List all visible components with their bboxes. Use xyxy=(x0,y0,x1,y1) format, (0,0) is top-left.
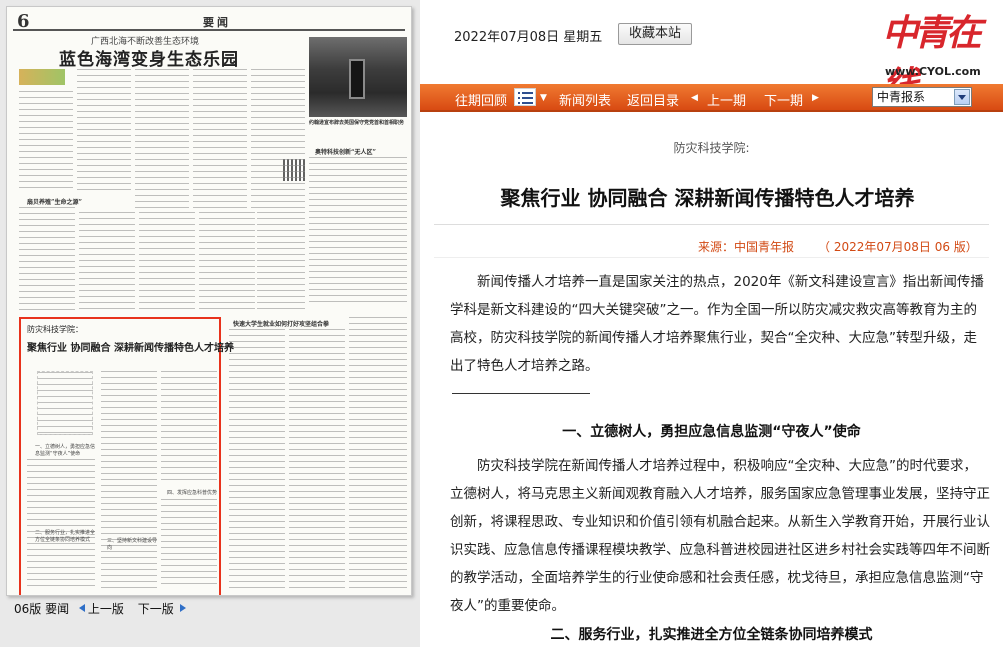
issue-date: 2022年07月08日 星期五 xyxy=(454,30,603,45)
navigation-bar: 往期回顾 ▼ 新闻列表 返回目录 ◀ 上一期 下一期 ▶ 中青报系 xyxy=(420,84,1003,112)
highlight-heading: 三、坚持新文科建设导向 xyxy=(107,538,158,551)
newspaper-panel: 6 要闻 广西北海不断改善生态环境 蓝色海湾变身生态乐园 约翰逊宣布辞去英国保守… xyxy=(0,0,420,647)
nav-prev-issue[interactable]: 上一期 xyxy=(707,90,746,109)
title-divider xyxy=(434,224,989,225)
article-kicker: 防灾科技学院: xyxy=(673,141,750,155)
article-panel: 2022年07月08日 星期五 收藏本站 中青在线 www.CYOL.com 往… xyxy=(420,0,1003,647)
news-photo[interactable] xyxy=(309,37,407,117)
lead-thumbnail xyxy=(19,69,65,85)
prev-page-link[interactable]: 上一版 xyxy=(88,602,124,616)
newspaper-select-value: 中青报系 xyxy=(877,90,926,104)
photo-caption: 约翰逊宣布辞去英国保守党党首和首相职务 xyxy=(309,120,405,126)
article-heading: 一、立德树人，勇担应急信息监测“守夜人”使命 xyxy=(562,424,861,440)
lead-headline[interactable]: 蓝色海湾变身生态乐园 xyxy=(59,45,239,70)
nav-news-list[interactable]: 新闻列表 xyxy=(559,90,611,109)
story-subhead[interactable]: 扇贝养殖”生命之源” xyxy=(27,197,82,206)
text-column xyxy=(19,91,73,191)
page-navigation: 06版 要闻 上一版 下一版 xyxy=(14,600,189,617)
masthead-rule xyxy=(13,29,405,31)
section-rule xyxy=(452,393,590,394)
meta-divider xyxy=(434,257,989,258)
nav-next-issue[interactable]: 下一期 xyxy=(764,90,803,109)
text-column xyxy=(79,212,135,312)
next-page-link[interactable]: 下一版 xyxy=(138,602,174,616)
highlight-heading: 一、立德树人，勇担应急信息监测“守夜人”使命 xyxy=(35,444,96,457)
arrow-left-icon[interactable] xyxy=(78,604,85,612)
bookmark-site-button[interactable]: 收藏本站 xyxy=(618,23,692,45)
highlight-title: 聚焦行业 协同融合 深耕新闻传播特色人才培养 xyxy=(27,343,234,354)
page-section: 要闻 xyxy=(203,16,231,29)
chevron-left-icon[interactable]: ◀ xyxy=(691,93,698,103)
story-subhead[interactable]: 奥特科技创新“无人区” xyxy=(315,147,376,156)
text-column xyxy=(27,459,95,589)
highlight-kicker: 防灾科技学院： xyxy=(27,325,83,334)
text-column xyxy=(139,212,195,312)
text-column xyxy=(19,207,75,311)
story-subhead[interactable]: 快速大学生就业如何打好攻坚组合拳 xyxy=(233,319,329,328)
article-content: 防灾科技学院: 聚焦行业 协同融合 深耕新闻传播特色人才培养 来源：中国青年报 … xyxy=(420,114,1003,647)
nav-history[interactable]: 往期回顾 xyxy=(455,90,507,109)
text-column xyxy=(199,212,255,312)
list-icon[interactable] xyxy=(514,88,536,106)
article-paragraph: 防灾科技学院在新闻传播人才培养过程中，积极响应“全灾种、大应急”的时代要求，立德… xyxy=(450,458,990,614)
newspaper-select[interactable]: 中青报系 xyxy=(872,87,972,107)
article-heading: 二、服务行业，扎实推进全方位全链条协同培养模式 xyxy=(550,627,873,643)
page-root: 6 要闻 广西北海不断改善生态环境 蓝色海湾变身生态乐园 约翰逊宣布辞去英国保守… xyxy=(0,0,1003,647)
text-column xyxy=(101,371,157,591)
article-paragraph: 新闻传播人才培养一直是国家关注的热点，2020年《新文科建设宣言》指出新闻传播学… xyxy=(450,274,984,374)
text-column xyxy=(257,212,305,312)
text-column xyxy=(349,317,407,591)
highlight-heading: 四、发挥应急科普优势 xyxy=(167,490,218,496)
text-column xyxy=(251,69,305,209)
text-column xyxy=(193,69,247,209)
text-column xyxy=(77,69,131,191)
text-column xyxy=(161,371,217,481)
article-source: 来源：中国青年报 xyxy=(698,240,795,254)
text-column xyxy=(229,329,285,591)
dropdown-arrow-icon[interactable] xyxy=(954,89,970,105)
highlight-lead-box xyxy=(37,371,93,435)
site-url: www.CYOL.com xyxy=(885,65,981,78)
arrow-right-icon[interactable] xyxy=(179,604,186,612)
nav-back-to-index[interactable]: 返回目录 xyxy=(627,90,679,109)
highlight-heading: 二、服务行业，扎实推进全方位全链条协同培养模式 xyxy=(35,530,96,543)
text-column xyxy=(309,157,407,307)
newspaper-page-image[interactable]: 6 要闻 广西北海不断改善生态环境 蓝色海湾变身生态乐园 约翰逊宣布辞去英国保守… xyxy=(6,6,412,596)
article-title: 聚焦行业 协同融合 深耕新闻传播特色人才培养 xyxy=(500,186,915,210)
highlighted-article-box[interactable]: 防灾科技学院： 聚焦行业 协同融合 深耕新闻传播特色人才培养 一、立德树人，勇担… xyxy=(19,317,234,595)
current-page-label: 06版 要闻 xyxy=(14,602,70,616)
article-date: （ 2022年07月08日 06 版） xyxy=(818,240,978,254)
text-column xyxy=(161,499,217,589)
site-header: 2022年07月08日 星期五 收藏本站 中青在线 www.CYOL.com xyxy=(420,0,1003,106)
chevron-down-icon[interactable]: ▼ xyxy=(540,93,547,103)
text-column xyxy=(289,329,345,591)
chevron-right-icon[interactable]: ▶ xyxy=(812,93,819,103)
text-column xyxy=(135,69,189,209)
